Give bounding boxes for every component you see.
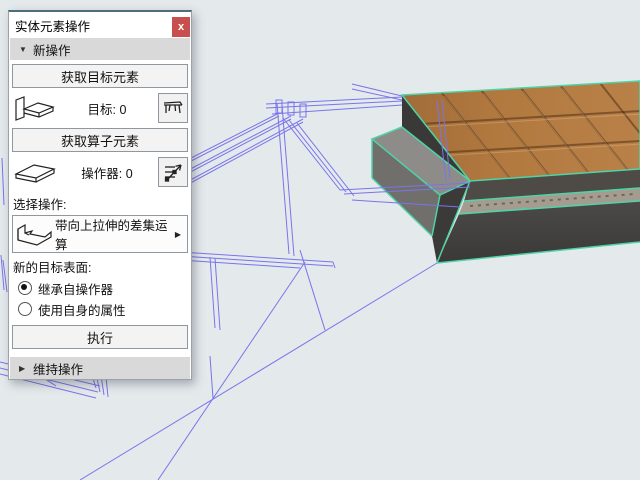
radio-button-unselected[interactable] — [18, 302, 32, 316]
solid-operations-panel: 实体元素操作 x ▼ 新操作 获取目标元素 目标: 0 获取算子元素 操作器: … — [8, 10, 192, 380]
triangle-right-icon: ▶ — [19, 363, 26, 373]
select-operation-label: 选择操作: — [13, 198, 67, 212]
section-keep-operation-label: 维持操作 — [33, 362, 84, 377]
highlight-target-button[interactable] — [158, 93, 188, 123]
target-element-icon — [12, 93, 56, 123]
radio-use-own-attributes[interactable]: 使用自身的属性 — [18, 299, 188, 319]
table-icon — [163, 101, 183, 114]
execute-button[interactable]: 执行 — [12, 325, 188, 349]
triangle-down-icon: ▼ — [19, 44, 27, 54]
new-operation-body: 获取目标元素 目标: 0 获取算子元素 操作器: 0 选择操作: 带向上拉伸的差… — [9, 60, 191, 357]
radio-inherit-from-operator[interactable]: 继承自操作器 — [18, 278, 188, 298]
operator-row: 操作器: 0 — [12, 154, 188, 190]
close-button[interactable]: x — [172, 17, 190, 37]
pick-arrow-icon — [164, 164, 182, 182]
operator-count: 操作器: 0 — [81, 166, 133, 181]
panel-title: 实体元素操作 — [15, 19, 91, 34]
get-operator-button[interactable]: 获取算子元素 — [12, 128, 188, 152]
section-keep-operation[interactable]: ▶ 维持操作 — [10, 357, 190, 379]
radio-button-selected[interactable] — [18, 281, 32, 295]
panel-titlebar[interactable]: 实体元素操作 x — [9, 12, 191, 38]
operation-type-icon — [15, 220, 55, 248]
target-row: 目标: 0 — [12, 90, 188, 126]
operator-element-icon — [12, 157, 56, 187]
operation-dropdown-value: 带向上拉伸的差集运算 — [55, 219, 168, 252]
dropdown-arrow-icon: ▶ — [174, 229, 181, 239]
app-window: 实体元素操作 x ▼ 新操作 获取目标元素 目标: 0 获取算子元素 操作器: … — [0, 0, 640, 480]
new-target-surface-label: 新的目标表面: — [13, 261, 92, 275]
operation-dropdown[interactable]: 带向上拉伸的差集运算 ▶ — [12, 215, 188, 253]
get-target-button[interactable]: 获取目标元素 — [12, 64, 188, 88]
section-new-operation-label: 新操作 — [33, 43, 71, 58]
pick-operator-button[interactable] — [158, 157, 188, 187]
target-count: 目标: 0 — [87, 102, 127, 117]
section-new-operation[interactable]: ▼ 新操作 — [10, 38, 190, 60]
